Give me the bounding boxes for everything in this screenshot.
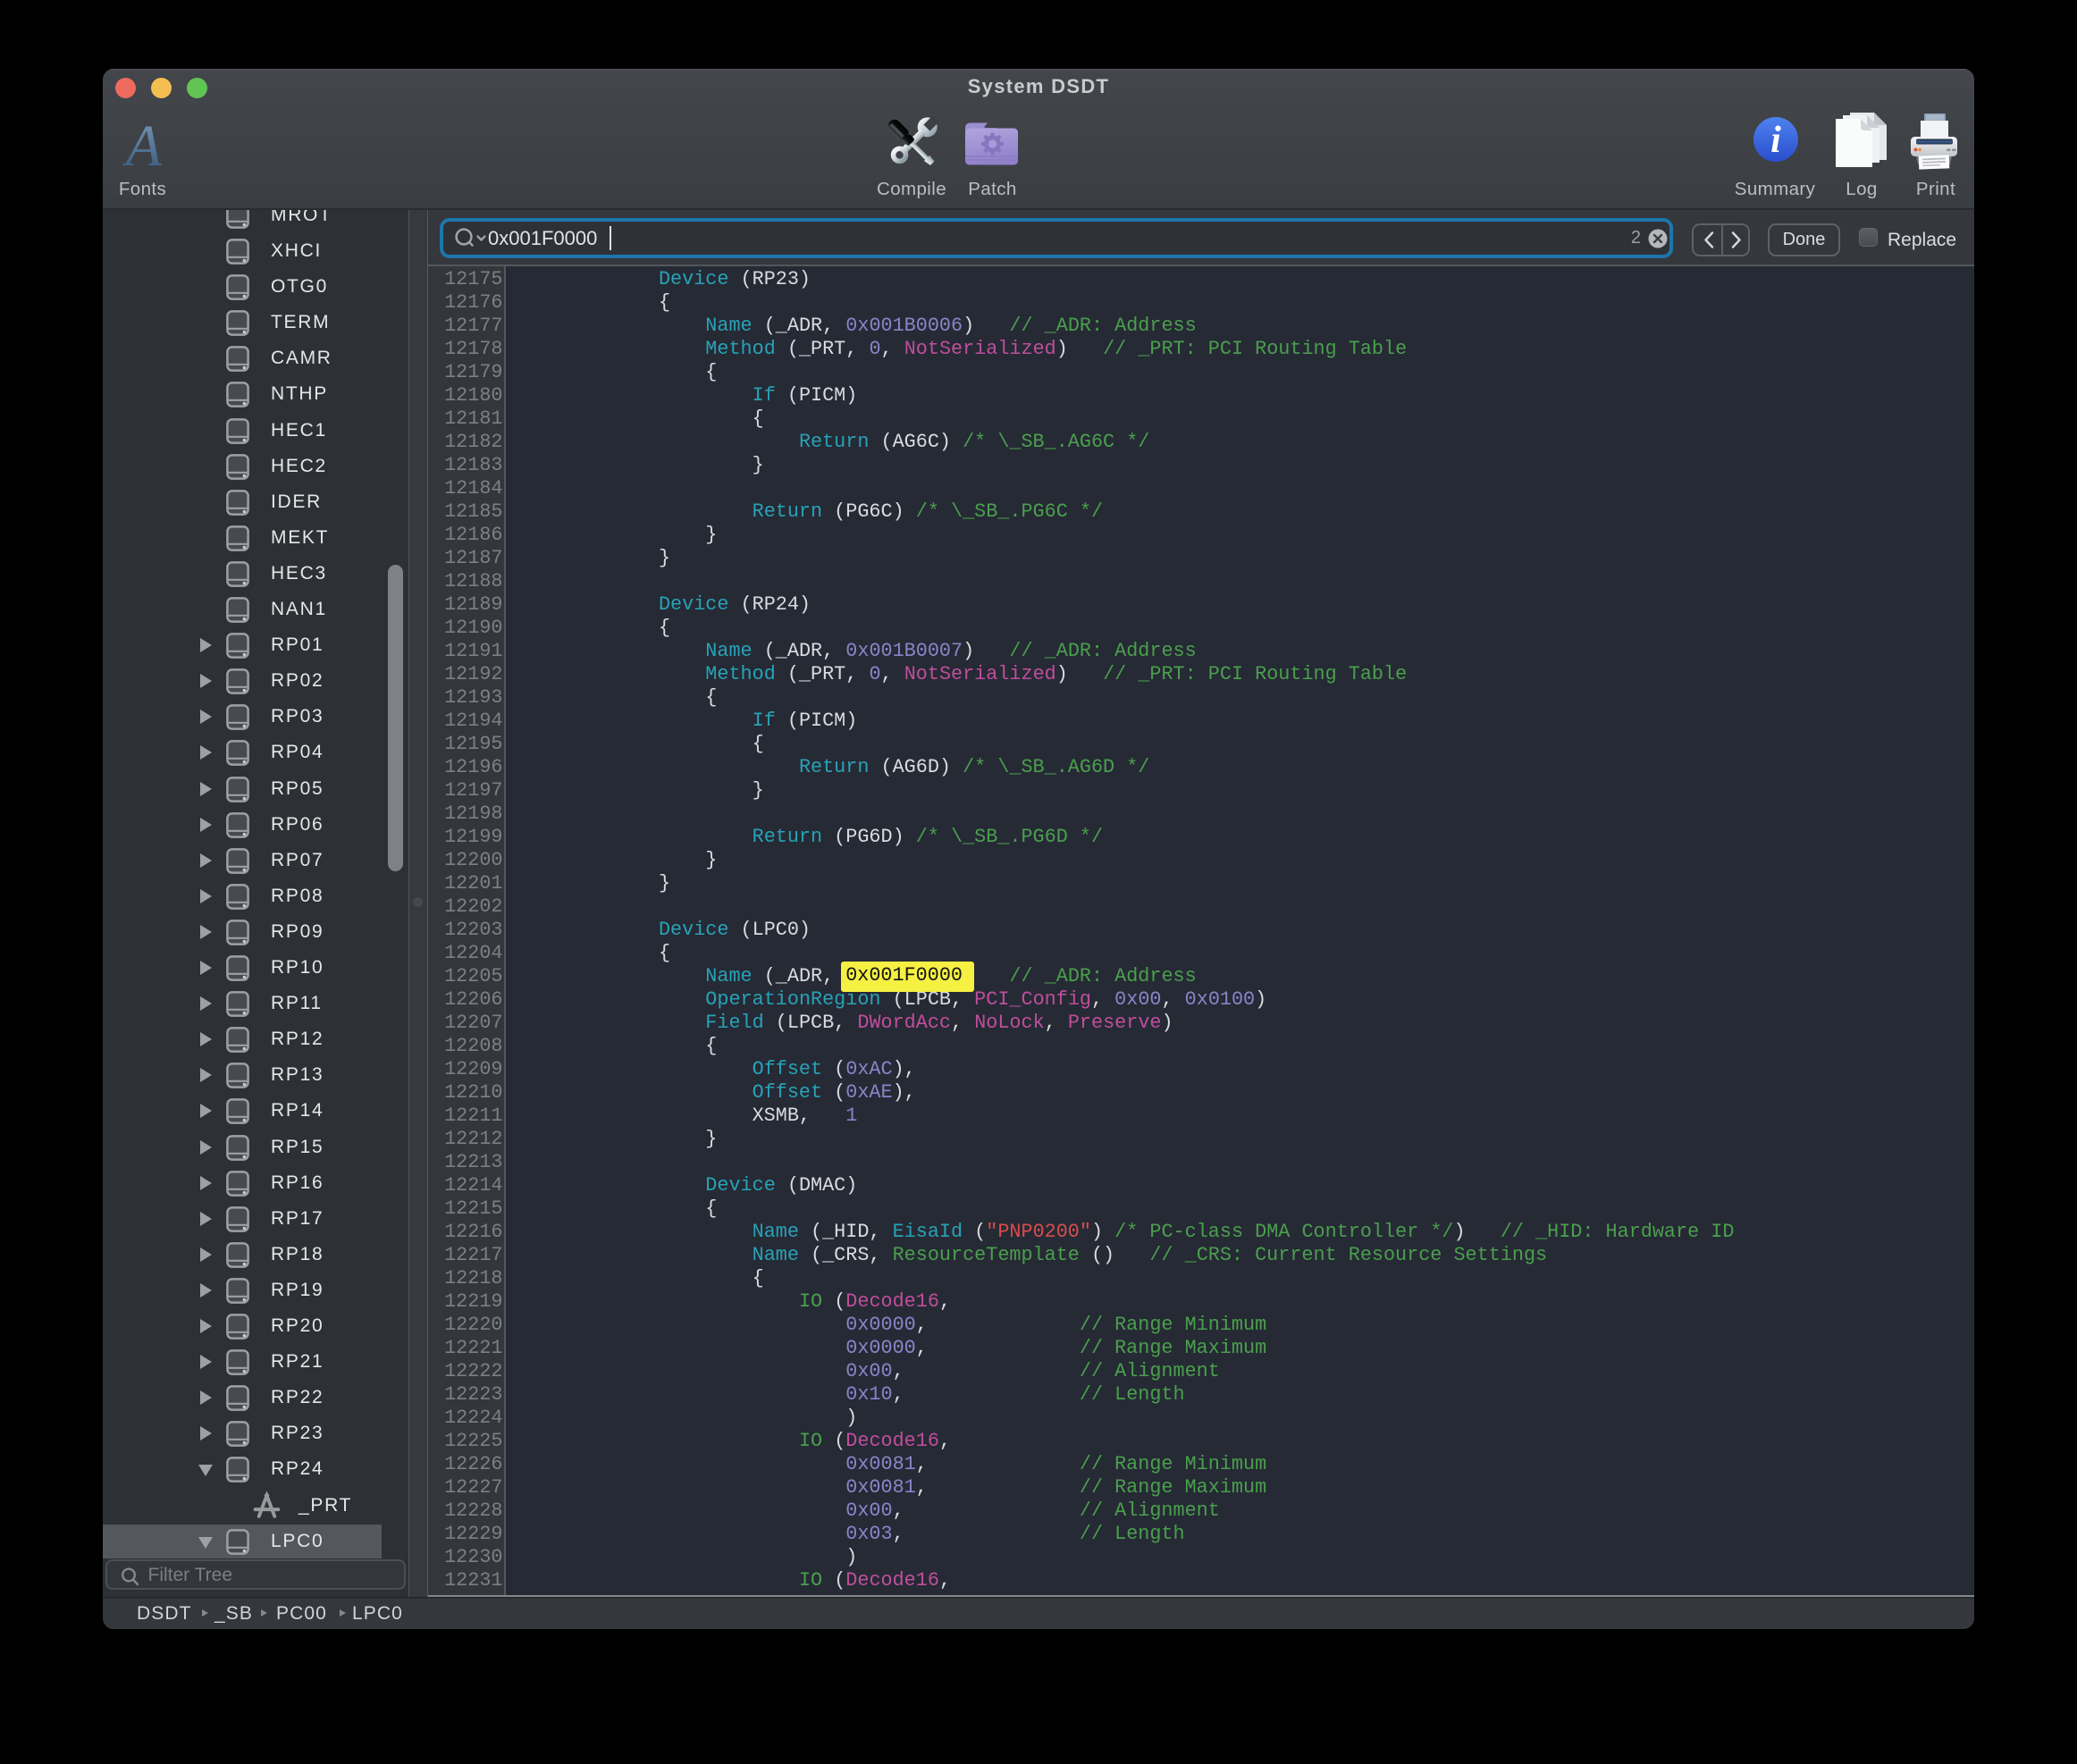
svg-text:A: A: [122, 121, 162, 169]
svg-text:i: i: [1770, 120, 1781, 161]
